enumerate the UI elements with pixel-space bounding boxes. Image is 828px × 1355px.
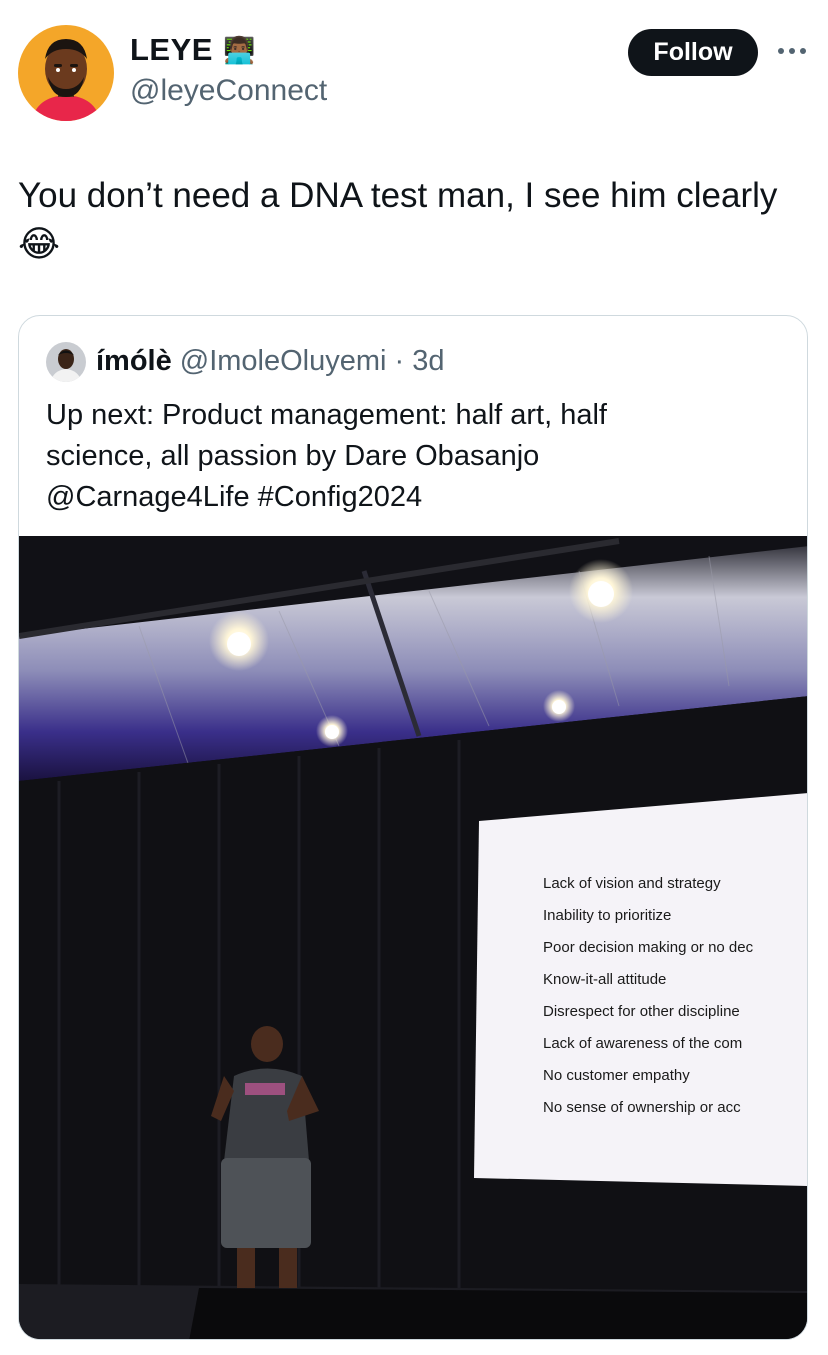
laughing-emoji: 😂 bbox=[18, 223, 61, 264]
slide-item-2: Inability to prioritize bbox=[543, 907, 671, 924]
more-horizontal-icon[interactable] bbox=[774, 36, 810, 66]
author-name[interactable]: LEYE 👨🏾‍💻 bbox=[130, 32, 256, 68]
slide-item-1: Lack of vision and strategy bbox=[543, 875, 721, 892]
slide-item-8: No sense of ownership or acc bbox=[543, 1099, 741, 1116]
quote-author-name[interactable]: ímólè bbox=[96, 345, 172, 377]
tweet-body: You don’t need a DNA test man, I see him… bbox=[18, 176, 778, 215]
stage-photo[interactable]: Lack of vision and strategy Inability to… bbox=[19, 536, 807, 1339]
quote-header: ímólè @ImoleOluyemi · 3d bbox=[96, 345, 445, 378]
slide-item-4: Know-it-all attitude bbox=[543, 971, 666, 988]
quote-text-line-2: science, all passion by Dare Obasanjo bbox=[46, 440, 540, 472]
technologist-emoji: 👨🏾‍💻 bbox=[222, 34, 256, 65]
quote-separator: · bbox=[386, 345, 413, 377]
quote-timestamp[interactable]: 3d bbox=[412, 345, 444, 377]
slide-item-7: No customer empathy bbox=[543, 1067, 690, 1084]
author-name-text[interactable]: LEYE bbox=[130, 32, 213, 68]
quote-text-line-3: @Carnage4Life #Config2024 bbox=[46, 481, 423, 513]
follow-button[interactable]: Follow bbox=[628, 29, 758, 76]
tweet-text: You don’t need a DNA test man, I see him… bbox=[18, 172, 808, 269]
slide-item-5: Disrespect for other discipline bbox=[543, 1003, 740, 1020]
quote-text-line-1: Up next: Product management: half art, h… bbox=[46, 399, 607, 431]
slide-item-3: Poor decision making or no dec bbox=[543, 939, 754, 956]
quoted-tweet-card[interactable]: ímólè @ImoleOluyemi · 3d Up next: Product… bbox=[18, 315, 808, 1340]
slide-item-6: Lack of awareness of the com bbox=[543, 1035, 742, 1052]
author-avatar[interactable] bbox=[18, 25, 114, 121]
quote-author-avatar[interactable] bbox=[46, 342, 86, 382]
quote-text: Up next: Product management: half art, h… bbox=[46, 395, 786, 518]
quote-author-handle[interactable]: @ImoleOluyemi bbox=[180, 345, 387, 377]
author-handle[interactable]: @leyeConnect bbox=[130, 74, 327, 108]
